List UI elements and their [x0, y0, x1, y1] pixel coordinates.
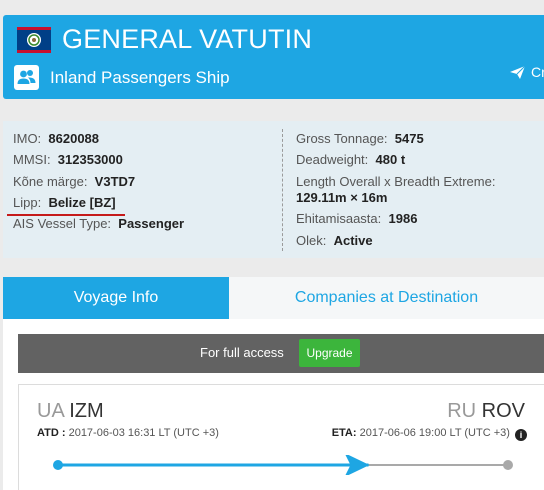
dimensions-label: Length Overall x Breadth Extreme: — [296, 174, 496, 189]
passengers-icon — [14, 65, 39, 90]
status-label: Olek: — [296, 233, 327, 248]
callsign-label: Kõne märge: — [13, 174, 88, 189]
status-row: Olek: Active — [296, 233, 373, 248]
gross-tonnage-label: Gross Tonnage: — [296, 131, 388, 146]
arrival-port-code: ROV — [481, 400, 525, 422]
flag-value: Belize [BZ] — [48, 195, 116, 210]
gross-tonnage-value: 5475 — [394, 131, 424, 146]
departure-dot — [53, 460, 63, 470]
arrival-country-code: RU — [447, 400, 477, 422]
atd-line: ATD : 2017-06-03 16:31 LT (UTC +3) — [37, 427, 219, 439]
dimensions-label-row: Length Overall x Breadth Extreme: — [296, 174, 495, 189]
vessel-header: GENERAL VATUTIN Inland Passengers Ship C… — [3, 15, 544, 99]
atd-label: ATD : — [37, 427, 66, 439]
deadweight-value: 480 t — [375, 152, 406, 167]
tab-voyage-info[interactable]: Voyage Info — [3, 277, 229, 319]
departure-port[interactable]: UA IZM — [37, 400, 104, 423]
deadweight-row: Deadweight: 480 t — [296, 152, 405, 167]
full-access-banner: For full access Upgrade — [18, 334, 544, 373]
gross-tonnage-row: Gross Tonnage: 5475 — [296, 131, 424, 146]
vessel-details: IMO: 8620088 MMSI: 312353000 Kõne märge:… — [3, 121, 544, 258]
voyage-tabs: Voyage Info Companies at Destination — [3, 277, 544, 319]
callsign-row: Kõne märge: V3TD7 — [13, 174, 135, 189]
atd-value: 2017-06-03 16:31 LT (UTC +3) — [68, 427, 219, 439]
mmsi-label: MMSI: — [13, 152, 51, 167]
year-built-label: Ehitamisaasta: — [296, 211, 382, 226]
eta-line: ETA: 2017-06-06 19:00 LT (UTC +3) i — [332, 427, 527, 441]
voyage-card: UA IZM RU ROV ATD : 2017-06-03 16:31 LT … — [18, 384, 544, 490]
year-built-value: 1986 — [388, 211, 418, 226]
status-value: Active — [333, 233, 373, 248]
departure-country-code: UA — [37, 400, 64, 422]
ais-type-label: AIS Vessel Type: — [13, 216, 112, 231]
ship-type: Inland Passengers Ship — [50, 68, 230, 87]
imo-row: IMO: 8620088 — [13, 131, 99, 146]
year-built-row: Ehitamisaasta: 1986 — [296, 211, 417, 226]
deadweight-label: Deadweight: — [296, 152, 369, 167]
belize-flag-icon — [17, 27, 51, 53]
callsign-value: V3TD7 — [94, 174, 136, 189]
ship-name: GENERAL VATUTIN — [62, 24, 313, 54]
arrival-port[interactable]: RU ROV — [447, 400, 525, 423]
mmsi-row: MMSI: 312353000 — [13, 152, 123, 167]
dimensions-value: 129.11m × 16m — [296, 190, 388, 205]
imo-label: IMO: — [13, 131, 42, 146]
arrival-dot — [503, 460, 513, 470]
voyage-progress — [53, 455, 513, 475]
info-icon[interactable]: i — [515, 429, 527, 441]
eta-value: 2017-06-06 19:00 LT (UTC +3) — [359, 427, 510, 439]
ais-type-row: AIS Vessel Type: Passenger — [13, 216, 184, 231]
departure-port-code: IZM — [69, 400, 104, 422]
eta-label: ETA: — [331, 427, 357, 439]
full-access-text: For full access — [200, 345, 284, 360]
create-action-label[interactable]: Cre — [531, 64, 544, 80]
tab-companies-at-destination[interactable]: Companies at Destination — [229, 277, 544, 319]
flag-label: Lipp: — [13, 195, 42, 210]
mmsi-value: 312353000 — [57, 152, 123, 167]
imo-value: 8620088 — [48, 131, 100, 146]
flag-row: Lipp: Belize [BZ] — [13, 195, 116, 210]
details-divider — [282, 129, 283, 251]
dimensions-value-row: 129.11m × 16m — [296, 190, 387, 205]
voyage-panel: For full access Upgrade UA IZM RU ROV AT… — [3, 319, 544, 490]
upgrade-button[interactable]: Upgrade — [299, 339, 360, 367]
paper-plane-icon[interactable] — [510, 66, 525, 79]
ais-type-value: Passenger — [118, 216, 185, 231]
